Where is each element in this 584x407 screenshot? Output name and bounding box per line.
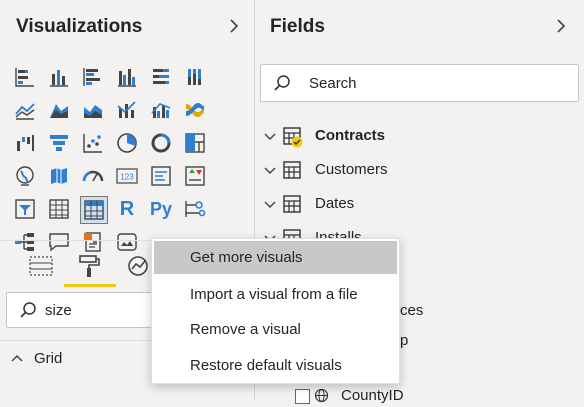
python-visual-icon[interactable]: Py (148, 196, 174, 222)
chevron-down-icon (264, 133, 276, 141)
line-and-clustered-column-icon[interactable] (148, 97, 174, 123)
table-icon (283, 161, 301, 179)
visualizations-title: Visualizations (16, 16, 143, 37)
matrix-icon[interactable] (80, 196, 108, 224)
paint-roller-icon (79, 255, 100, 277)
active-tab-indicator (64, 284, 116, 287)
slicer-icon[interactable] (12, 196, 38, 222)
menu-item-import-visual[interactable]: Import a visual from a file (154, 278, 397, 311)
menu-item-get-more-visuals[interactable]: Get more visuals (154, 241, 397, 274)
stacked-area-chart-icon[interactable] (80, 97, 106, 123)
treemap-icon[interactable] (182, 130, 208, 156)
map-icon[interactable] (12, 163, 38, 189)
filled-map-icon[interactable] (46, 163, 72, 189)
search-icon (20, 302, 36, 318)
stacked-bar-chart-icon[interactable] (12, 64, 38, 90)
line-and-stacked-column-icon[interactable] (114, 97, 140, 123)
menu-item-remove-visual[interactable]: Remove a visual (154, 313, 397, 346)
multi-row-card-icon[interactable] (148, 163, 174, 189)
chevron-down-icon (264, 201, 276, 209)
clustered-column-chart-icon[interactable] (114, 64, 140, 90)
chevron-right-icon[interactable] (229, 18, 239, 34)
gauge-icon[interactable] (80, 163, 106, 189)
analytics-icon (128, 256, 148, 276)
chevron-right-icon[interactable] (556, 18, 566, 34)
table-row-customers[interactable]: Customers (255, 154, 584, 186)
funnel-chart-icon[interactable] (46, 130, 72, 156)
key-influencers-icon[interactable] (182, 196, 208, 222)
search-icon (274, 75, 290, 91)
table-label: Dates (315, 195, 355, 212)
field-label: CountyID (341, 387, 404, 404)
table-visual-icon[interactable] (46, 196, 72, 222)
field-checkbox[interactable] (295, 389, 310, 404)
card-icon[interactable]: 123 (114, 163, 140, 189)
chevron-down-icon (264, 167, 276, 175)
ribbon-chart-icon[interactable] (182, 97, 208, 123)
menu-item-restore-default-visuals[interactable]: Restore default visuals (154, 349, 397, 382)
visuals-context-menu: Get more visuals Import a visual from a … (151, 238, 400, 384)
scatter-chart-icon[interactable] (80, 130, 106, 156)
100-stacked-column-chart-icon[interactable] (182, 64, 208, 90)
checked-badge-icon (291, 136, 303, 148)
fields-search-box[interactable] (260, 64, 579, 102)
table-label: Contracts (315, 127, 386, 144)
analytics-tab[interactable] (124, 251, 154, 281)
pie-chart-icon[interactable] (114, 130, 140, 156)
build-visual-tab[interactable] (26, 251, 56, 281)
fields-title: Fields (270, 16, 325, 37)
line-chart-icon[interactable] (12, 97, 38, 123)
fields-search-input[interactable] (309, 65, 531, 101)
partial-table-label: p (400, 332, 409, 349)
clustered-bar-chart-icon[interactable] (80, 64, 106, 90)
stacked-column-chart-icon[interactable] (46, 64, 72, 90)
table-row-contracts[interactable]: Contracts (255, 120, 584, 152)
partial-table-label: ces (400, 302, 424, 319)
area-chart-icon[interactable] (46, 97, 72, 123)
100-stacked-bar-chart-icon[interactable] (148, 64, 174, 90)
build-visual-icon (29, 256, 53, 276)
format-visual-tab[interactable] (74, 251, 104, 281)
globe-icon (314, 388, 329, 403)
table-label: Customers (315, 161, 388, 178)
kpi-icon[interactable] (182, 163, 208, 189)
grid-section-label: Grid (34, 350, 63, 367)
table-row-dates[interactable]: Dates (255, 188, 584, 220)
chevron-up-icon (11, 354, 23, 362)
visual-gallery: 123 R Py ··· (12, 64, 250, 262)
svg-text:123: 123 (120, 173, 134, 182)
waterfall-chart-icon[interactable] (12, 130, 38, 156)
r-script-visual-icon[interactable]: R (114, 196, 140, 222)
donut-chart-icon[interactable] (148, 130, 174, 156)
table-icon (283, 195, 301, 213)
